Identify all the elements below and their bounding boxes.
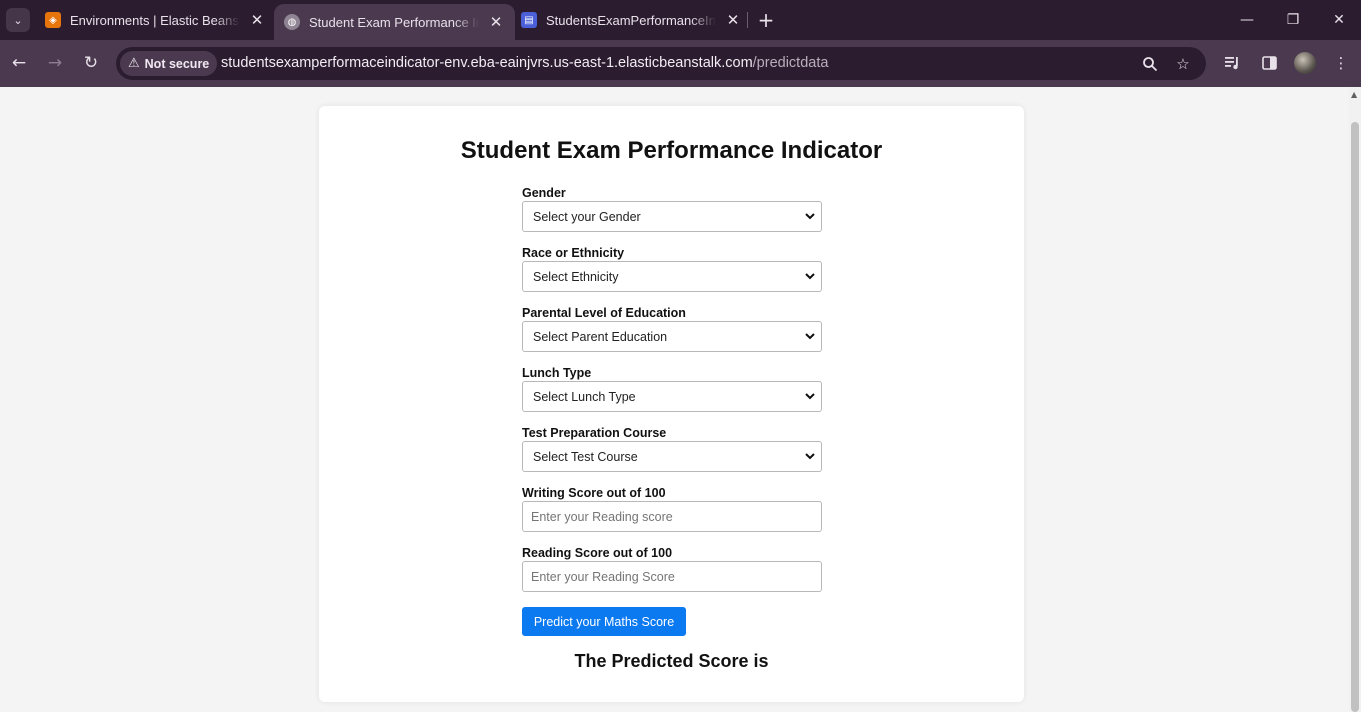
side-panel-icon[interactable] [1257,51,1281,75]
globe-icon: ◍ [284,14,300,30]
parent-education-select-value: Select Parent Education [533,329,668,344]
predict-button[interactable]: Predict your Maths Score [522,607,686,636]
gender-label: Gender [522,186,566,200]
close-window-button[interactable]: ✕ [1316,0,1361,40]
gender-select[interactable]: Select your Gender [522,201,822,232]
security-indicator[interactable]: ⚠ Not secure [120,51,218,76]
close-icon[interactable]: ✕ [487,13,505,31]
reading-score-input[interactable]: Enter your Reading Score [522,561,822,592]
lunch-select[interactable]: Select Lunch Type [522,381,822,412]
reading-score-label: Reading Score out of 100 [522,546,673,560]
browser-toolbar: ← → ↻ ⚠ Not secure studentsexamperformac… [0,40,1361,87]
writing-score-label: Writing Score out of 100 [522,486,666,500]
writing-score-placeholder: Enter your Reading score [531,509,673,524]
page-title: Student Exam Performance Indicator [460,137,883,164]
forward-button[interactable]: → [42,50,68,76]
test-prep-select-value: Select Test Course [533,449,638,464]
address-bar[interactable]: ⚠ Not secure studentsexamperformaceindic… [116,47,1206,80]
tab-strip: ⌄ ◈ Environments | Elastic Beanstalk ✕ ◍… [0,0,1361,40]
bookmark-star-icon[interactable]: ☆ [1171,52,1195,76]
ethnicity-select[interactable]: Select Ethnicity [522,261,822,292]
page-scrollbar[interactable]: ▲ [1349,87,1361,712]
chevron-down-icon [805,453,815,460]
reading-score-placeholder: Enter your Reading Score [531,569,675,584]
ethnicity-label: Race or Ethnicity [522,246,625,260]
scroll-up-icon[interactable]: ▲ [1351,90,1357,99]
form-card: Student Exam Performance Indicator Gende… [319,106,1024,702]
media-queue-icon[interactable] [1221,51,1245,75]
reload-button[interactable]: ↻ [78,50,104,76]
tab-student-exam[interactable]: ◍ Student Exam Performance Indicator ✕ [274,4,515,40]
test-prep-label: Test Preparation Course [522,426,667,440]
tab-codepipeline[interactable]: ▤ StudentsExamPerformanceIndicator ✕ [511,0,752,40]
page-viewport: Student Exam Performance Indicator Gende… [0,87,1349,712]
close-icon[interactable]: ✕ [248,11,266,29]
url-path: /predictdata [752,55,829,71]
url-host: studentsexamperformaceindicator-env.eba-… [221,55,753,71]
lunch-label: Lunch Type [522,366,592,380]
tab-environments[interactable]: ◈ Environments | Elastic Beanstalk ✕ [35,0,276,40]
test-prep-select[interactable]: Select Test Course [522,441,822,472]
tab-title: StudentsExamPerformanceIndicator [546,12,716,28]
writing-score-input[interactable]: Enter your Reading score [522,501,822,532]
chevron-down-icon [805,213,815,220]
parent-education-label: Parental Level of Education [522,306,686,320]
parent-education-select[interactable]: Select Parent Education [522,321,822,352]
security-label: Not secure [144,56,210,71]
aws-beanstalk-icon: ◈ [45,12,61,28]
predicted-score-heading: The Predicted Score is [574,651,769,671]
back-button[interactable]: ← [6,50,32,76]
tab-title: Student Exam Performance Indicator [309,14,479,30]
tab-title: Environments | Elastic Beanstalk [70,12,240,28]
ethnicity-select-value: Select Ethnicity [533,269,619,284]
lunch-select-value: Select Lunch Type [533,389,636,404]
chevron-down-icon [805,273,815,280]
more-menu-icon[interactable]: ⋮ [1329,51,1353,75]
codepipeline-icon: ▤ [521,12,537,28]
scrollbar-thumb[interactable] [1351,122,1359,712]
url-text[interactable]: studentsexamperformaceindicator-env.eba-… [221,55,828,71]
new-tab-button[interactable]: + [755,8,777,32]
profile-avatar[interactable] [1294,52,1316,74]
gender-select-value: Select your Gender [533,209,641,224]
close-icon[interactable]: ✕ [724,11,742,29]
zoom-icon[interactable] [1138,52,1162,76]
tab-separator [747,12,748,28]
chevron-down-icon [805,393,815,400]
chevron-down-icon [805,333,815,340]
minimize-button[interactable]: — [1224,0,1270,40]
restore-button[interactable]: ❐ [1270,0,1316,40]
tab-search-button[interactable]: ⌄ [6,8,30,32]
warning-icon: ⚠ [128,56,140,71]
